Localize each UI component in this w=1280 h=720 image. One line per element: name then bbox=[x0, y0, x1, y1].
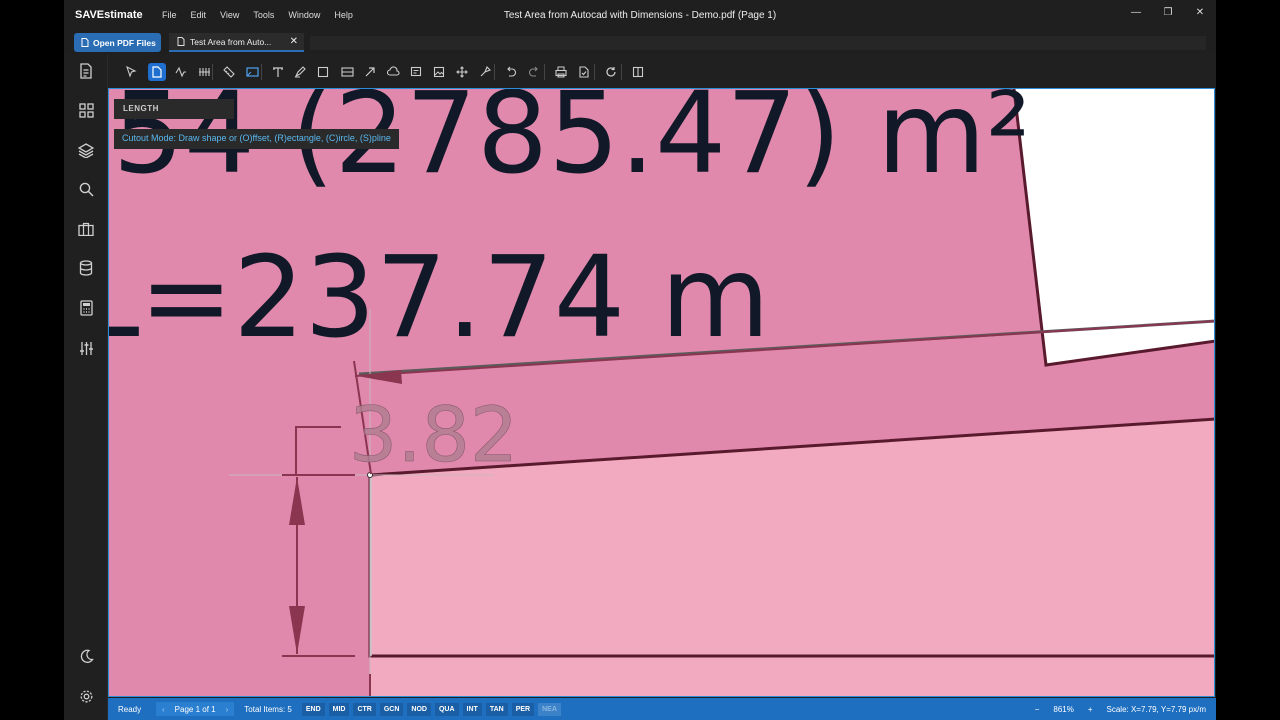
toolbar bbox=[108, 56, 1216, 88]
redo-icon[interactable] bbox=[525, 63, 543, 81]
toolbar-divider bbox=[212, 64, 213, 80]
rectangle-tool-icon[interactable] bbox=[314, 63, 332, 81]
snap-end-toggle[interactable]: END bbox=[301, 702, 325, 716]
left-sidebar bbox=[64, 54, 108, 720]
zoom-controls: − 861% + Scale: X=7.79, Y=7.79 px/m bbox=[1035, 705, 1206, 714]
prev-page-button[interactable]: ‹ bbox=[162, 705, 165, 714]
page-indicator: Page 1 of 1 bbox=[174, 704, 216, 714]
refresh-icon[interactable] bbox=[602, 63, 620, 81]
text-tool-icon[interactable] bbox=[269, 63, 287, 81]
close-tab-icon[interactable]: ✕ bbox=[290, 36, 298, 47]
zoom-in-icon[interactable]: + bbox=[1088, 705, 1093, 714]
open-pdf-button[interactable]: Open PDF Files bbox=[74, 33, 161, 52]
window-controls: — ❐ ✕ bbox=[1120, 0, 1216, 24]
close-window-button[interactable]: ✕ bbox=[1184, 0, 1216, 24]
menu-window[interactable]: Window bbox=[281, 10, 327, 20]
toolbar-divider bbox=[544, 64, 545, 80]
settings-gear-icon[interactable] bbox=[76, 686, 96, 706]
split-view-icon[interactable] bbox=[629, 63, 647, 81]
zoom-level: 861% bbox=[1053, 704, 1074, 714]
snap-mid-toggle[interactable]: MID bbox=[328, 702, 350, 716]
zoom-out-icon[interactable]: − bbox=[1035, 705, 1040, 714]
area-cutout-tool-icon[interactable] bbox=[148, 63, 166, 81]
length-text: L=237.74 m bbox=[109, 233, 770, 363]
export-icon[interactable] bbox=[575, 63, 593, 81]
toolbar-divider bbox=[261, 64, 262, 80]
toolbar-divider bbox=[594, 64, 595, 80]
status-bar: Ready ‹ Page 1 of 1 › Total Items: 5 END… bbox=[108, 698, 1216, 720]
tab-document[interactable]: Test Area from Auto... ✕ bbox=[169, 33, 304, 52]
snap-ctr-toggle[interactable]: CTR bbox=[353, 702, 376, 716]
page-navigator: ‹ Page 1 of 1 › bbox=[156, 702, 235, 716]
dimension-arrow-down bbox=[289, 606, 305, 654]
layers-icon[interactable] bbox=[76, 140, 96, 160]
open-pdf-label: Open PDF Files bbox=[93, 37, 156, 48]
app-name: SAVEstimate bbox=[75, 9, 143, 21]
menu-help[interactable]: Help bbox=[327, 10, 360, 20]
menu-file[interactable]: File bbox=[155, 10, 184, 20]
snap-int-toggle[interactable]: INT bbox=[462, 702, 482, 716]
left-letterbox bbox=[0, 0, 64, 720]
dashboard-icon[interactable] bbox=[76, 100, 96, 120]
dimension-arrow-up bbox=[289, 477, 305, 525]
cloud-tool-icon[interactable] bbox=[384, 63, 402, 81]
dimension-bracket bbox=[295, 426, 341, 475]
snap-nea-toggle[interactable]: NEA bbox=[538, 702, 561, 716]
arrow-tool-icon[interactable] bbox=[361, 63, 379, 81]
tab-row: Open PDF Files Test Area from Auto... ✕ bbox=[64, 30, 1216, 54]
calibrate-tool-icon[interactable] bbox=[243, 63, 261, 81]
next-page-button[interactable]: › bbox=[226, 705, 229, 714]
menu-view[interactable]: View bbox=[213, 10, 246, 20]
search-icon[interactable] bbox=[76, 179, 96, 199]
cutout-mode-hint: Cutout Mode: Draw shape or (O)ffset, (R)… bbox=[114, 129, 399, 149]
dark-mode-icon[interactable] bbox=[76, 646, 96, 666]
drawing-canvas[interactable]: .54 (2785.47) m² L=237.74 m 3.82 LENGTH … bbox=[108, 88, 1215, 697]
minimize-button[interactable]: — bbox=[1120, 0, 1152, 24]
title-bar: SAVEstimate File Edit View Tools Window … bbox=[64, 0, 1216, 30]
calculator-icon[interactable] bbox=[76, 298, 96, 318]
menu-tools[interactable]: Tools bbox=[246, 10, 281, 20]
move-tool-icon[interactable] bbox=[453, 63, 471, 81]
document-icon bbox=[177, 37, 185, 46]
format-painter-icon[interactable] bbox=[476, 63, 494, 81]
toolbar-divider bbox=[494, 64, 495, 80]
right-letterbox bbox=[1216, 0, 1280, 720]
app-window: SAVEstimate File Edit View Tools Window … bbox=[64, 0, 1216, 720]
snap-gcn-toggle[interactable]: GCN bbox=[379, 702, 404, 716]
count-tool-icon[interactable] bbox=[195, 63, 213, 81]
scale-readout: Scale: X=7.79, Y=7.79 px/m bbox=[1106, 704, 1206, 714]
snap-nod-toggle[interactable]: NOD bbox=[407, 702, 431, 716]
database-icon[interactable] bbox=[76, 258, 96, 278]
briefcase-icon[interactable] bbox=[76, 219, 96, 239]
toolbar-divider bbox=[621, 64, 622, 80]
drawing-svg: .54 (2785.47) m² L=237.74 m 3.82 bbox=[109, 89, 1214, 696]
dimension-value-text: 3.82 bbox=[349, 390, 518, 479]
snap-tan-toggle[interactable]: TAN bbox=[485, 702, 508, 716]
menu-edit[interactable]: Edit bbox=[184, 10, 214, 20]
total-items: Total Items: 5 bbox=[244, 704, 292, 714]
sliders-icon[interactable] bbox=[76, 338, 96, 358]
file-open-icon bbox=[81, 38, 89, 47]
undo-icon[interactable] bbox=[502, 63, 520, 81]
length-label: LENGTH bbox=[114, 99, 234, 119]
highlighter-tool-icon[interactable] bbox=[291, 63, 309, 81]
linear-tool-icon[interactable] bbox=[172, 63, 190, 81]
image-tool-icon[interactable] bbox=[430, 63, 448, 81]
snap-toggles: END MID CTR GCN NOD QUA INT TAN PER NEA bbox=[301, 702, 561, 716]
tab-document-label: Test Area from Auto... bbox=[190, 36, 272, 47]
select-tool-icon[interactable] bbox=[122, 63, 140, 81]
documents-icon[interactable] bbox=[76, 61, 96, 81]
snap-qua-toggle[interactable]: QUA bbox=[434, 702, 459, 716]
status-ready: Ready bbox=[118, 704, 142, 714]
tab-strip-empty bbox=[310, 36, 1206, 50]
ruler-tool-icon[interactable] bbox=[220, 63, 238, 81]
menu-bar: File Edit View Tools Window Help bbox=[155, 10, 360, 20]
restore-button[interactable]: ❐ bbox=[1152, 0, 1184, 24]
snap-per-toggle[interactable]: PER bbox=[511, 702, 535, 716]
callout-tool-icon[interactable] bbox=[338, 63, 356, 81]
print-icon[interactable] bbox=[552, 63, 570, 81]
note-tool-icon[interactable] bbox=[407, 63, 425, 81]
